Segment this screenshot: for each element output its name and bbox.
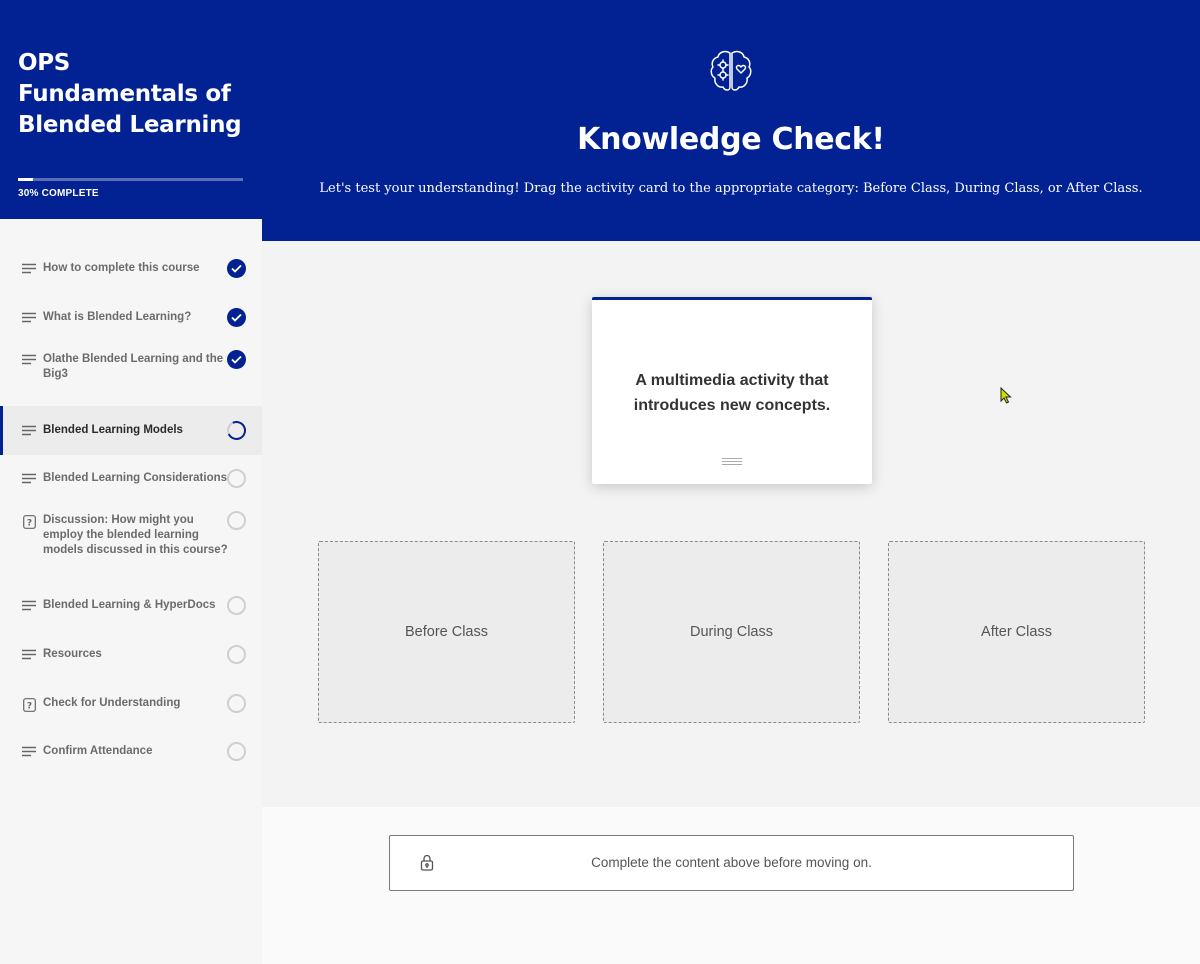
complete-check-icon	[227, 308, 246, 327]
not-started-icon	[227, 694, 246, 713]
lines-icon	[21, 746, 37, 757]
lines-icon	[21, 312, 37, 323]
drag-handle-icon[interactable]	[722, 458, 742, 467]
drop-zone-label: After Class	[981, 624, 1052, 640]
not-started-icon	[227, 596, 246, 615]
lesson-item[interactable]: Resources	[0, 645, 262, 664]
lesson-item[interactable]: How to complete this course	[0, 259, 262, 278]
lesson-item[interactable]: Confirm Attendance	[0, 742, 262, 761]
lesson-item-label: Confirm Attendance	[43, 745, 153, 757]
lesson-item[interactable]: Blended Learning & HyperDocs	[0, 596, 262, 615]
lines-icon	[21, 473, 37, 484]
lesson-item-label: Blended Learning Models	[43, 424, 183, 436]
not-started-icon	[227, 645, 246, 664]
lesson-item-label: Blended Learning & HyperDocs	[43, 599, 216, 611]
lesson-item[interactable]: ? Discussion: How might you employ the bl…	[0, 511, 262, 558]
lesson-item[interactable]: Blended Learning Models	[0, 406, 262, 455]
drag-drop-activity: A multimedia activity that introduces ne…	[262, 241, 1200, 807]
lesson-item-label: Resources	[43, 648, 102, 660]
drop-zone-during-class[interactable]: During Class	[603, 541, 860, 723]
knowledge-check-header: Knowledge Check! Let's test your underst…	[262, 0, 1200, 241]
locked-continue-button[interactable]: Complete the content above before moving…	[389, 835, 1074, 891]
lesson-item-label: Olathe Blended Learning and the Big3	[43, 353, 224, 380]
lesson-item-label: Discussion: How might you employ the ble…	[43, 514, 228, 556]
drop-zone-label: Before Class	[404, 624, 488, 640]
continue-footer: Complete the content above before moving…	[262, 807, 1200, 964]
lock-message: Complete the content above before moving…	[591, 855, 872, 870]
question-icon: ?	[21, 698, 37, 712]
complete-check-icon	[227, 259, 246, 278]
course-progress-fill	[18, 178, 34, 181]
complete-check-icon	[227, 350, 246, 369]
page-title: Knowledge Check!	[577, 122, 885, 157]
lines-icon	[21, 425, 37, 436]
lines-icon	[21, 600, 37, 611]
lesson-item[interactable]: Olathe Blended Learning and the Big3	[0, 350, 262, 382]
lesson-item[interactable]: ? Check for Understanding	[0, 694, 262, 713]
not-started-icon	[227, 511, 246, 530]
mouse-pointer-icon	[1000, 387, 1012, 404]
lesson-item[interactable]: What is Blended Learning?	[0, 308, 262, 327]
course-sidebar: OPS Fundamentals of Blended Learning 30%…	[0, 0, 262, 964]
course-title: OPS Fundamentals of Blended Learning	[18, 50, 242, 138]
not-started-icon	[227, 469, 246, 488]
main-content: Knowledge Check! Let's test your underst…	[262, 0, 1200, 964]
drop-zone-after-class[interactable]: After Class	[888, 541, 1145, 723]
question-icon: ?	[21, 515, 37, 529]
lesson-item-label: Blended Learning Considerations	[43, 472, 228, 484]
course-progress-bar	[18, 178, 243, 181]
sidebar-header: OPS Fundamentals of Blended Learning 30%…	[0, 0, 262, 219]
lesson-item-label: What is Blended Learning?	[43, 311, 192, 323]
activity-card-text: A multimedia activity that introduces ne…	[633, 372, 831, 414]
lines-icon	[21, 354, 37, 365]
drop-zone-label: During Class	[690, 624, 773, 640]
brain-icon	[710, 50, 752, 91]
not-started-icon	[227, 742, 246, 761]
in-progress-icon	[227, 421, 246, 440]
instructions-text: Let's test your understanding! Drag the …	[319, 181, 1143, 196]
drop-zone-before-class[interactable]: Before Class	[318, 541, 575, 723]
lesson-item[interactable]: Blended Learning Considerations	[0, 469, 262, 488]
activity-card[interactable]: A multimedia activity that introduces ne…	[592, 297, 872, 484]
lesson-item-label: Check for Understanding	[43, 697, 181, 709]
svg-text:?: ?	[26, 519, 31, 529]
lesson-item-label: How to complete this course	[43, 262, 200, 274]
lines-icon	[21, 649, 37, 660]
progress-text: 30% COMPLETE	[18, 188, 99, 199]
svg-text:?: ?	[26, 702, 31, 712]
lines-icon	[21, 263, 37, 274]
